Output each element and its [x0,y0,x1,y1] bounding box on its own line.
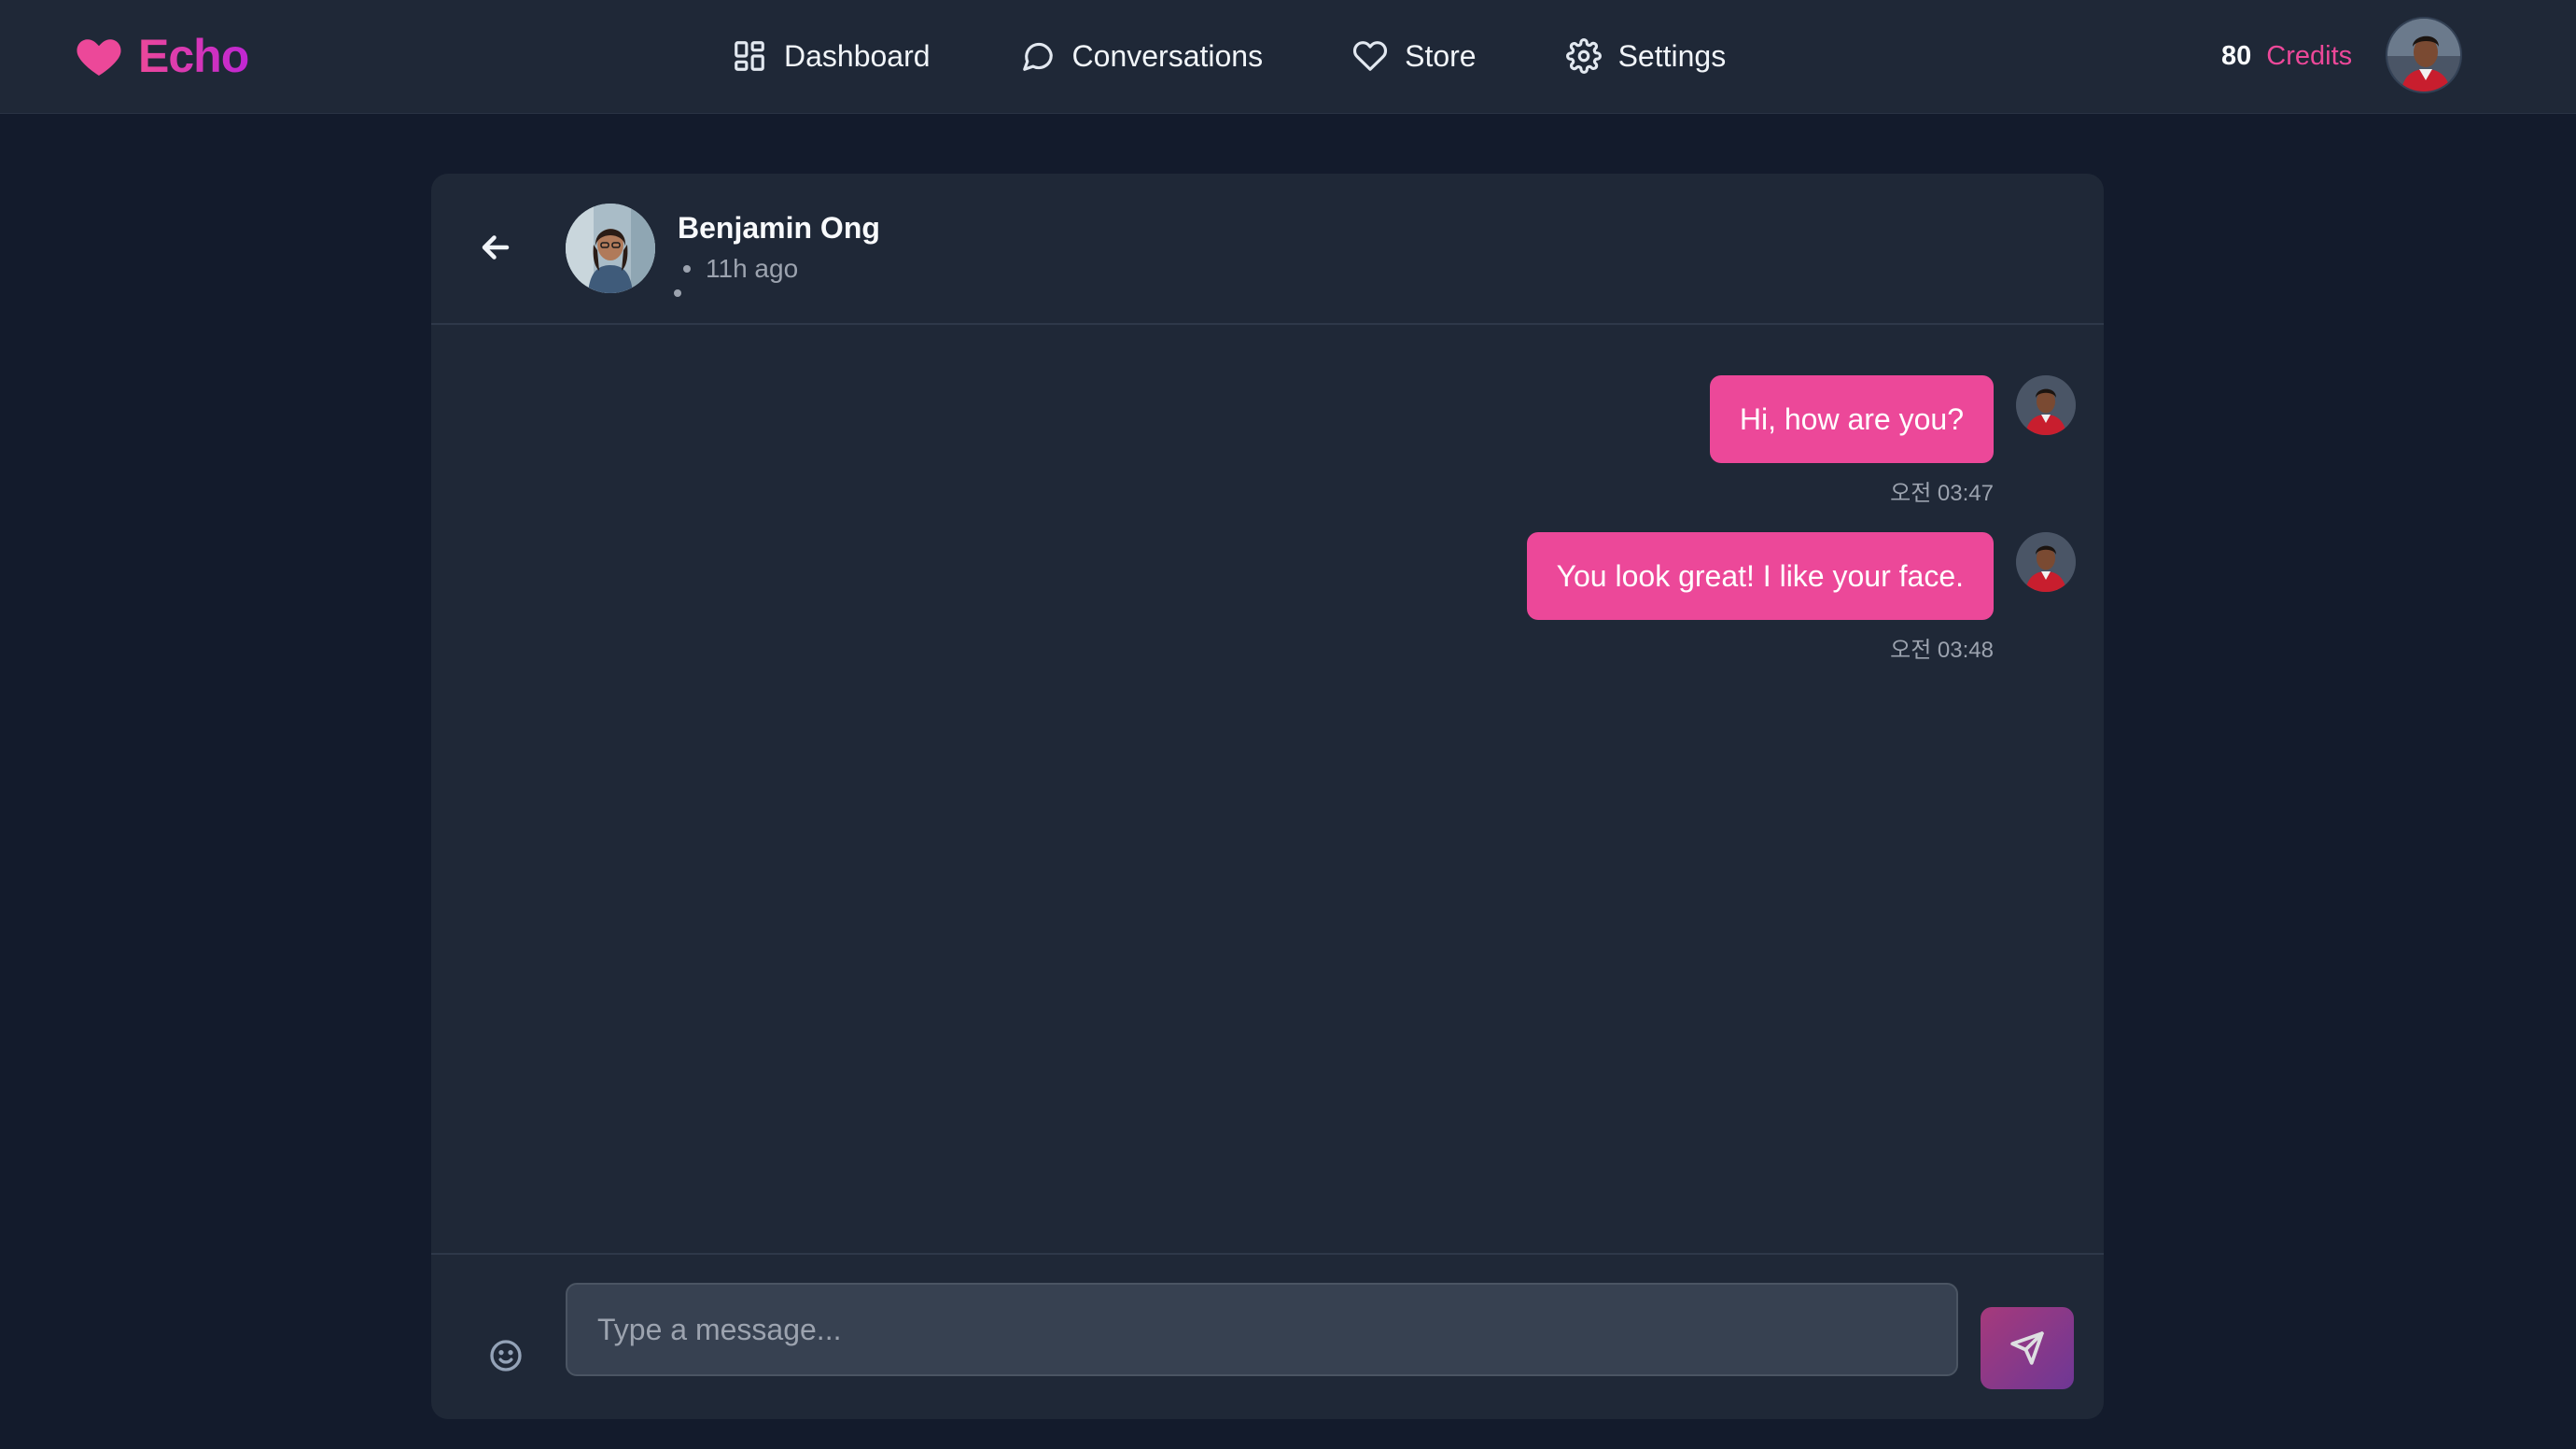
chat-panel: Benjamin Ong 11h ago Hi, how are you? 오전… [431,174,2104,1419]
credits-label: Credits [2266,40,2353,71]
nav-dashboard[interactable]: Dashboard [732,38,931,74]
brand-logo[interactable]: Echo [73,26,249,86]
online-indicator-dot [674,289,681,297]
sender-avatar-image [2016,532,2076,592]
nav-settings[interactable]: Settings [1565,38,1727,74]
send-icon [2010,1331,2044,1365]
message-item: You look great! I like your face. [1526,532,2076,620]
grid-icon [735,41,764,71]
contact-avatar-image [566,204,655,293]
back-button[interactable] [474,226,517,269]
nav-conversations[interactable]: Conversations [1020,38,1264,74]
message-bubble[interactable]: You look great! I like your face. [1526,532,1994,620]
chat-bubble-icon [1022,42,1053,71]
sender-avatar-image [2016,375,2076,435]
message-timestamp: 오전 03:47 [1890,481,1994,506]
contact-avatar[interactable] [566,204,655,293]
send-button[interactable] [1981,1307,2074,1389]
top-navigation-bar: Echo Dashboard Conversations Store Setti… [0,0,2576,114]
nav-settings-label: Settings [1617,38,1727,73]
last-seen-text: 11h ago [706,254,799,283]
contact-name: Benjamin Ong [678,211,880,245]
sender-avatar [2016,375,2076,435]
status-dot [683,265,691,273]
nav-conversations-label: Conversations [1071,38,1264,73]
emoji-button[interactable] [487,1337,525,1374]
sender-avatar [2016,532,2076,592]
message-bubble[interactable]: Hi, how are you? [1709,375,1994,463]
user-avatar-image [2387,19,2460,91]
composer [431,1253,2104,1419]
chat-header: Benjamin Ong 11h ago [431,174,2104,325]
heart-icon [77,39,121,76]
gear-icon [1565,38,1602,74]
credits-display[interactable]: 80 Credits [2221,35,2352,77]
message-item: Hi, how are you? [1709,375,2076,463]
main-nav: Dashboard Conversations Store Settings [732,26,1815,86]
arrow-left-icon [482,235,510,260]
brand-name: Echo [138,30,249,82]
message-input[interactable] [566,1283,1958,1376]
message-timestamp: 오전 03:48 [1890,638,1994,663]
nav-store-label: Store [1405,38,1477,73]
smiley-icon [490,1340,522,1372]
heart-outline-icon [1353,41,1388,71]
nav-store[interactable]: Store [1352,38,1477,74]
contact-status: 11h ago [678,254,798,284]
user-avatar[interactable] [2386,17,2462,93]
credits-amount: 80 [2221,40,2252,71]
nav-dashboard-label: Dashboard [784,38,931,73]
